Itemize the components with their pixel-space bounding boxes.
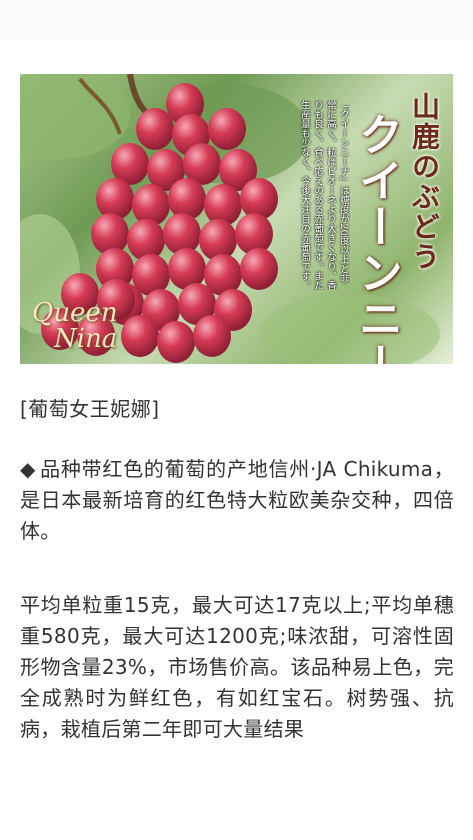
hero-image: 山鹿のぶどう クイーンニーナ 「クイーンニーナ」は糖度が20度以上と非常に高く、… [20, 74, 453, 364]
brand-title: 山鹿のぶどう [408, 92, 441, 272]
image-caption: [葡萄女王妮娜] [20, 397, 160, 421]
grape-berry [199, 219, 237, 261]
grape-berry [96, 178, 134, 220]
grape-berry [168, 178, 206, 220]
variety-title: クイーンニーナ [351, 112, 402, 364]
grape-berry [127, 219, 165, 261]
queen-nina-logo: Queen Nina [32, 300, 118, 352]
grape-berry [132, 184, 170, 226]
grape-berry [136, 108, 174, 150]
grape-berry [163, 213, 201, 255]
grape-berry [240, 248, 278, 290]
grape-berry [193, 315, 231, 357]
paragraph-1-text: 品种带红色的葡萄的产地信州·JA Chikuma，是日本最新培育的红色特大粒欧美… [20, 457, 454, 543]
japanese-title-block: 山鹿のぶどう クイーンニーナ 「クイーンニーナ」は糖度が20度以上と非常に高く、… [280, 92, 450, 364]
status-bar-area [0, 0, 473, 40]
grape-berry [157, 321, 195, 363]
logo-line-2: Nina [54, 324, 118, 354]
grape-berry [204, 184, 242, 226]
grape-berry [208, 108, 246, 150]
paragraph-characteristics: 平均单粒重15克，最大可达17克以上;平均单穗重580克，最大可达1200克;味… [20, 593, 454, 741]
japanese-description: 「クイーンニーナ」は糖度が20度以上と非常に高く、粒はピオーネより大きくなり、香… [299, 100, 349, 290]
paragraph-variety-origin: ◆ 品种带红色的葡萄的产地信州·JA Chikuma，是日本最新培育的红色特大粒欧… [20, 454, 454, 547]
grape-berry [240, 178, 278, 220]
grape-berry [91, 213, 129, 255]
grape-berry [121, 315, 159, 357]
grape-berry [235, 213, 273, 255]
diamond-bullet-icon: ◆ [20, 457, 37, 481]
